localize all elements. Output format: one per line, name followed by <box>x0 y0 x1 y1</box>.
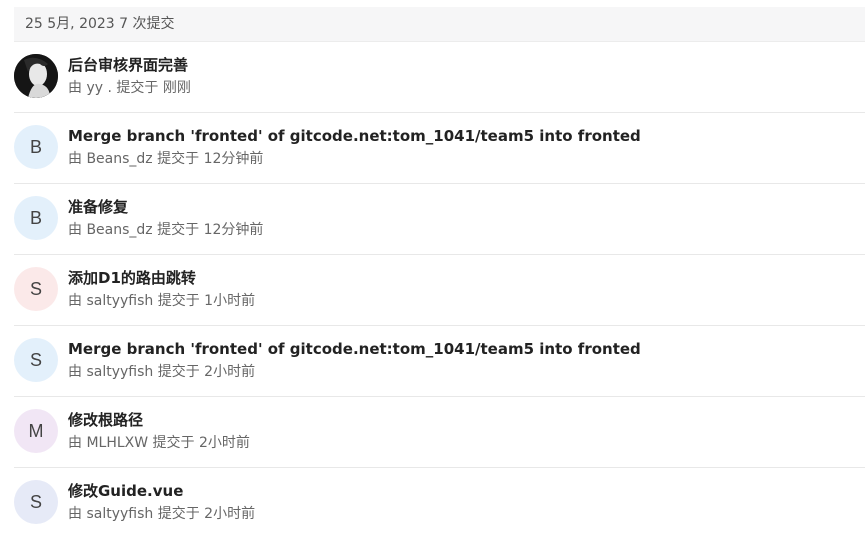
commit-row[interactable]: M 修改根路径由 MLHLXW 提交于 2小时前 <box>14 397 865 468</box>
commit-prefix: 由 <box>68 435 82 451</box>
commit-title[interactable]: Merge branch 'fronted' of gitcode.net:to… <box>68 339 865 359</box>
commit-suffix: 提交于 <box>157 506 200 522</box>
commit-time: 1小时前 <box>204 293 256 309</box>
commit-author[interactable]: saltyyfish <box>86 293 153 309</box>
commit-prefix: 由 <box>68 506 82 522</box>
commit-time: 2小时前 <box>204 506 256 522</box>
commit-row[interactable]: 后台审核界面完善由 yy . 提交于 刚刚 <box>14 42 865 113</box>
commit-info: 修改Guide.vue 由 saltyyfish 提交于 2小时前 <box>68 481 865 523</box>
commit-meta: 由 saltyyfish 提交于 2小时前 <box>68 505 865 523</box>
commit-meta: 由 Beans_dz 提交于 12分钟前 <box>68 221 865 239</box>
commit-author[interactable]: saltyyfish <box>86 364 153 380</box>
avatar[interactable]: B <box>14 196 58 240</box>
commit-info: 添加D1的路由跳转由 saltyyfish 提交于 1小时前 <box>68 268 865 310</box>
commit-suffix: 提交于 <box>157 293 200 309</box>
avatar-letter: S <box>29 491 42 512</box>
avatar[interactable]: S <box>14 267 58 311</box>
commit-history: 25 5月, 2023 7 次提交 后台审核界面完善由 yy . 提交于 刚刚 B… <box>0 0 865 538</box>
commit-list: 后台审核界面完善由 yy . 提交于 刚刚 B Merge branch 'fron… <box>14 42 865 538</box>
avatar[interactable] <box>14 54 58 98</box>
user-photo-icon <box>14 54 58 98</box>
commit-author[interactable]: yy . <box>86 80 111 96</box>
avatar-letter: S <box>29 349 42 370</box>
commit-meta: 由 saltyyfish 提交于 2小时前 <box>68 363 865 381</box>
commit-prefix: 由 <box>68 222 82 238</box>
commit-author[interactable]: Beans_dz <box>86 222 152 238</box>
commit-row[interactable]: S 添加D1的路由跳转由 saltyyfish 提交于 1小时前 <box>14 255 865 326</box>
commit-author[interactable]: Beans_dz <box>86 151 152 167</box>
avatar-letter: M <box>28 420 44 441</box>
avatar[interactable]: S <box>14 480 58 524</box>
commit-suffix: 提交于 <box>157 151 200 167</box>
avatar[interactable]: M <box>14 409 58 453</box>
commit-info: 修改根路径由 MLHLXW 提交于 2小时前 <box>68 410 865 452</box>
commit-prefix: 由 <box>68 151 82 167</box>
avatar-letter: B <box>29 136 42 157</box>
commit-time: 2小时前 <box>199 435 250 451</box>
commit-row[interactable]: B 准备修复由 Beans_dz 提交于 12分钟前 <box>14 184 865 255</box>
commit-suffix: 提交于 <box>116 80 159 96</box>
commit-title[interactable]: 准备修复 <box>68 197 865 217</box>
commit-time: 刚刚 <box>162 80 191 96</box>
commit-title[interactable]: 修改Guide.vue <box>68 481 865 501</box>
commit-prefix: 由 <box>68 364 82 380</box>
commit-time: 2小时前 <box>204 364 256 380</box>
commit-time: 12分钟前 <box>203 151 264 167</box>
commit-suffix: 提交于 <box>157 364 200 380</box>
commit-title[interactable]: Merge branch 'fronted' of gitcode.net:to… <box>68 126 865 146</box>
commit-info: 准备修复由 Beans_dz 提交于 12分钟前 <box>68 197 865 239</box>
commit-title[interactable]: 修改根路径 <box>68 410 865 430</box>
avatar-letter: S <box>29 278 42 299</box>
commit-author[interactable]: saltyyfish <box>86 506 153 522</box>
commit-title[interactable]: 添加D1的路由跳转 <box>68 268 865 288</box>
commit-meta: 由 yy . 提交于 刚刚 <box>68 79 865 97</box>
commit-meta: 由 MLHLXW 提交于 2小时前 <box>68 434 865 452</box>
commit-row[interactable]: S 修改Guide.vue 由 saltyyfish 提交于 2小时前 <box>14 468 865 538</box>
avatar[interactable]: S <box>14 338 58 382</box>
commit-meta: 由 Beans_dz 提交于 12分钟前 <box>68 150 865 168</box>
commit-time: 12分钟前 <box>203 222 264 238</box>
commit-info: 后台审核界面完善由 yy . 提交于 刚刚 <box>68 55 865 97</box>
commit-info: Merge branch 'fronted' of gitcode.net:to… <box>68 126 865 168</box>
commit-suffix: 提交于 <box>152 435 195 451</box>
commit-meta: 由 saltyyfish 提交于 1小时前 <box>68 292 865 310</box>
commit-title[interactable]: 后台审核界面完善 <box>68 55 865 75</box>
avatar-letter: B <box>29 207 42 228</box>
commit-prefix: 由 <box>68 80 82 96</box>
avatar[interactable]: B <box>14 125 58 169</box>
commit-author[interactable]: MLHLXW <box>86 435 148 451</box>
commit-suffix: 提交于 <box>157 222 200 238</box>
date-header: 25 5月, 2023 7 次提交 <box>14 7 865 42</box>
commit-info: Merge branch 'fronted' of gitcode.net:to… <box>68 339 865 381</box>
commit-row[interactable]: S Merge branch 'fronted' of gitcode.net:t… <box>14 326 865 397</box>
commit-row[interactable]: B Merge branch 'fronted' of gitcode.net:t… <box>14 113 865 184</box>
commit-prefix: 由 <box>68 293 82 309</box>
